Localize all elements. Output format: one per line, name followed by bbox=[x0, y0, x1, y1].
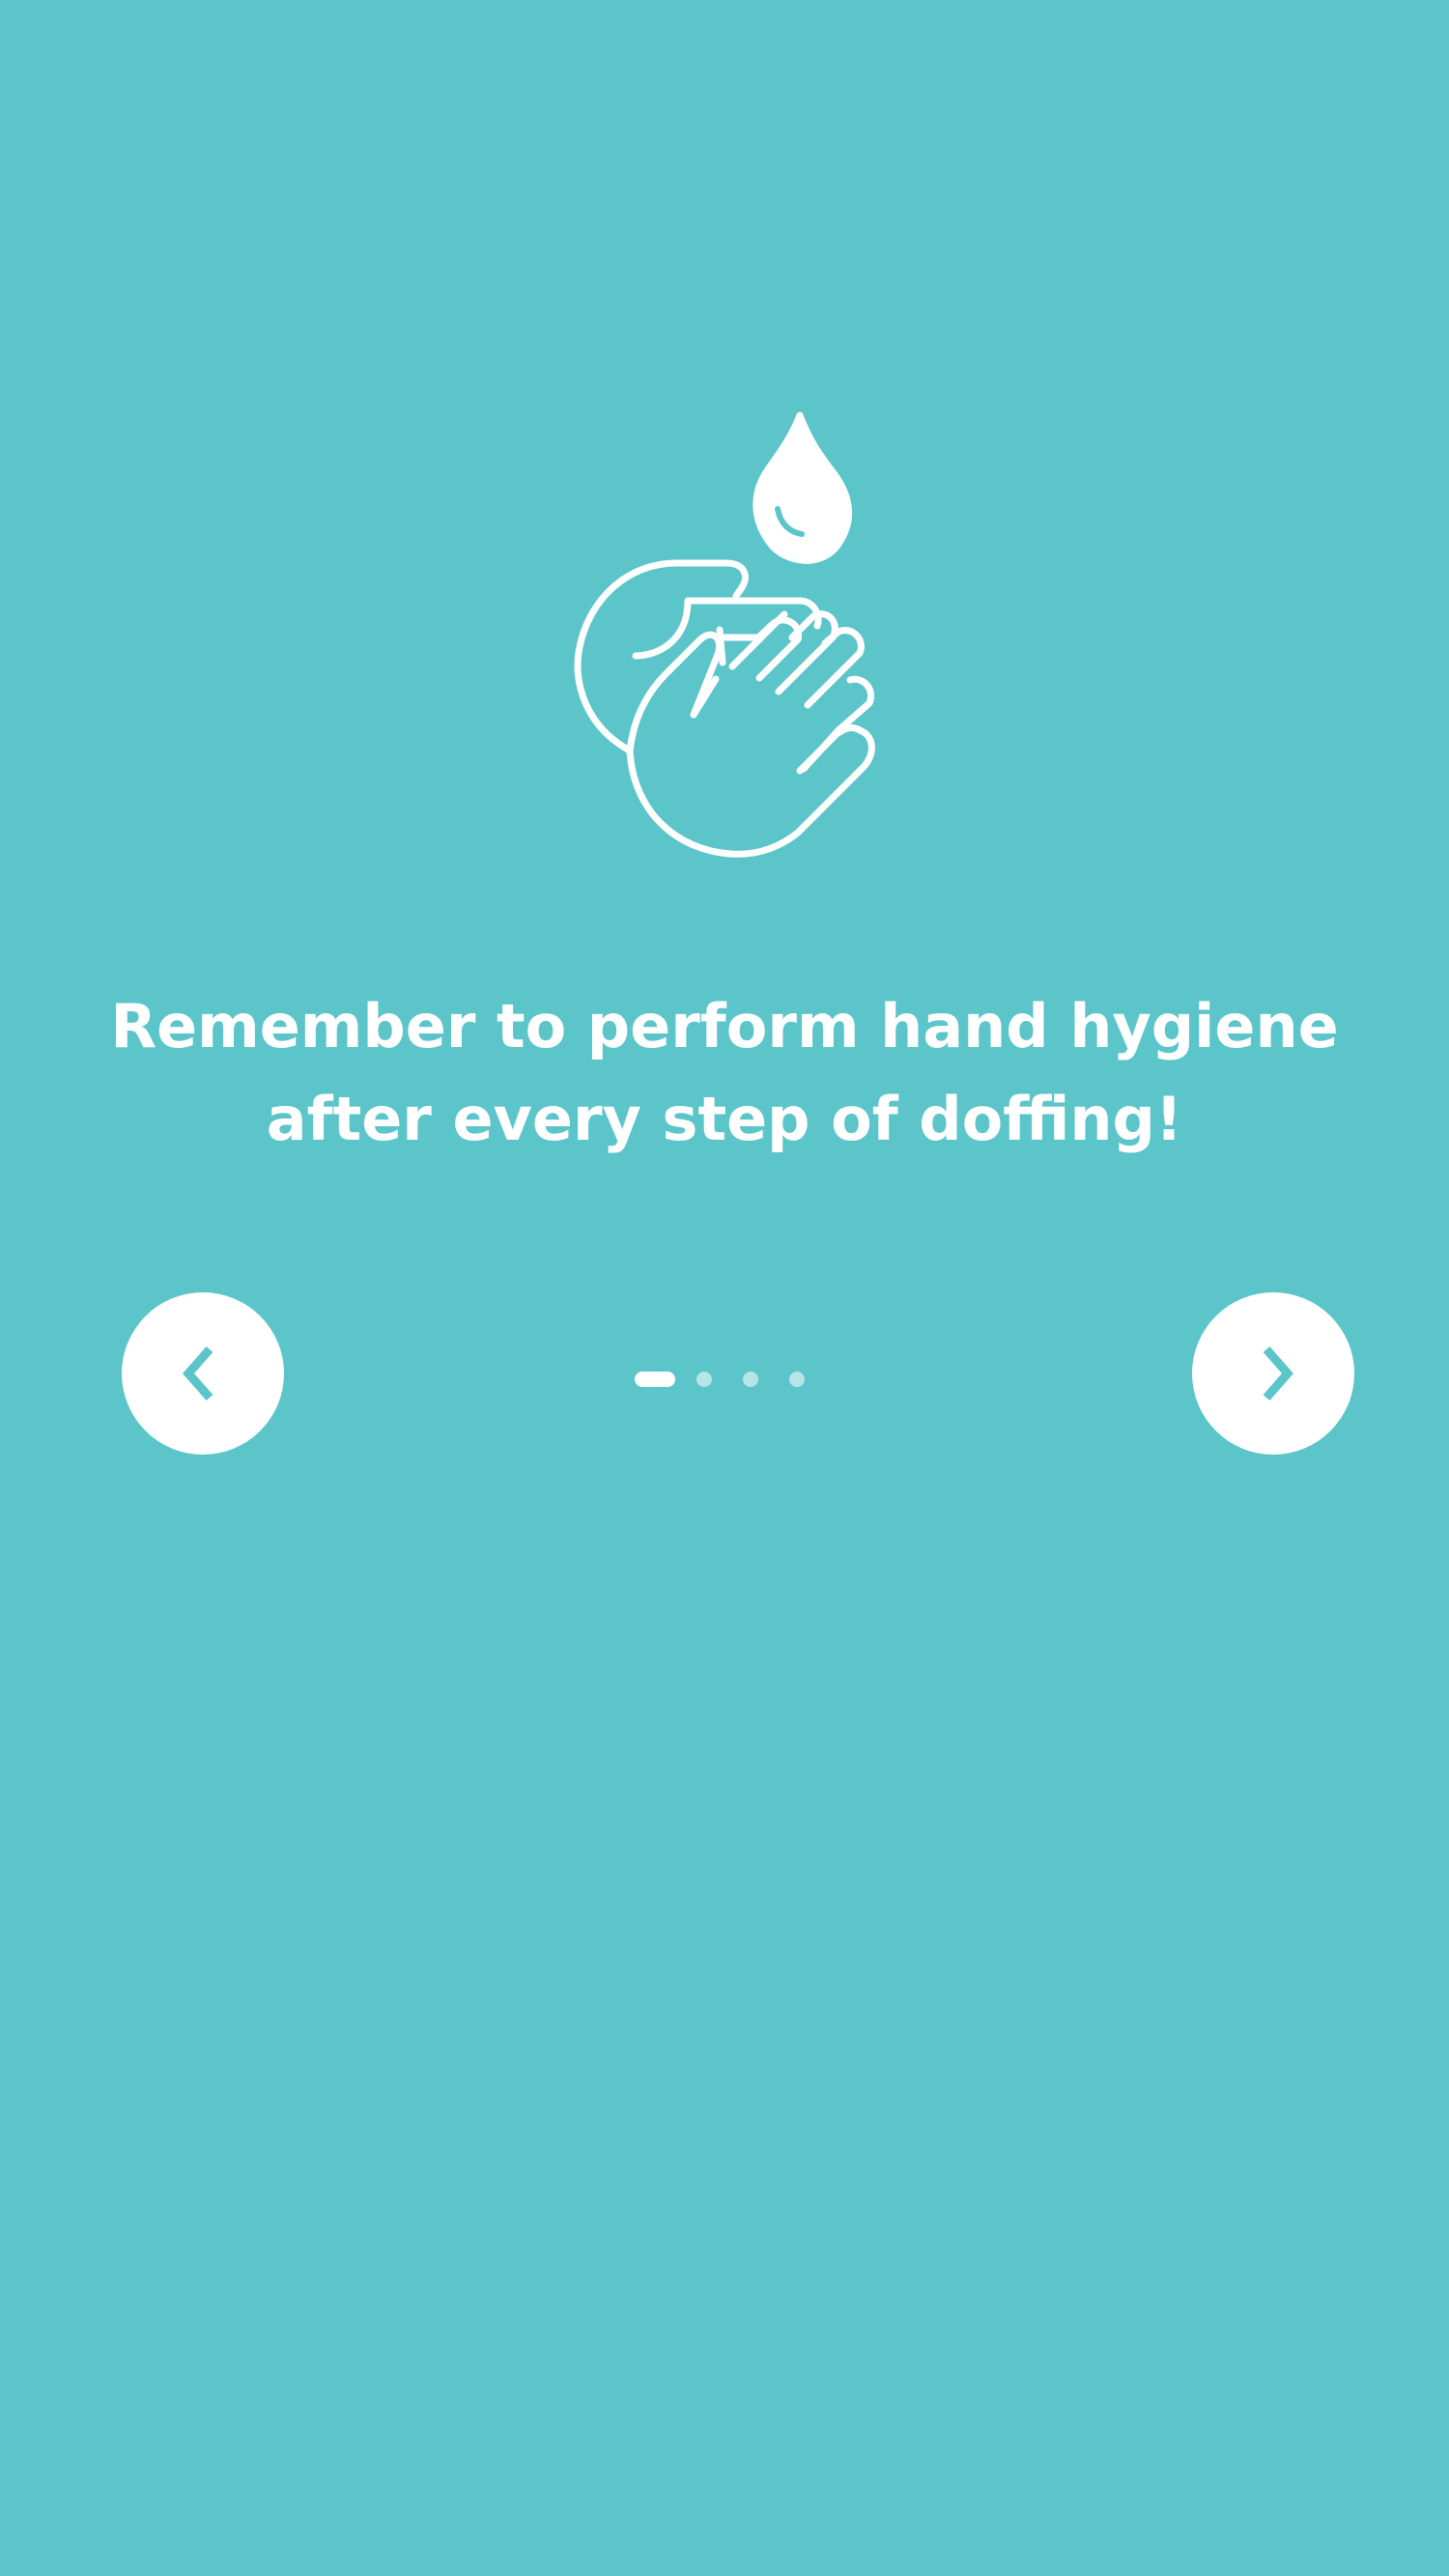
chevron-right-icon bbox=[1263, 1346, 1293, 1401]
onboarding-screen: Remember to perform hand hygiene after e… bbox=[0, 0, 1449, 2576]
next-button[interactable] bbox=[1192, 1292, 1354, 1455]
page-dot-4[interactable] bbox=[789, 1372, 805, 1387]
message-line-2: after every step of doffing! bbox=[266, 1084, 1183, 1154]
page-dot-2[interactable] bbox=[696, 1372, 712, 1387]
hand-hygiene-reminder: Remember to perform hand hygiene after e… bbox=[0, 980, 1449, 1166]
hand-washing-icon bbox=[574, 411, 875, 858]
page-dot-1[interactable] bbox=[635, 1372, 675, 1387]
page-dot-3[interactable] bbox=[743, 1372, 758, 1387]
message-line-1: Remember to perform hand hygiene bbox=[110, 991, 1339, 1062]
water-drop-shape bbox=[753, 411, 853, 564]
